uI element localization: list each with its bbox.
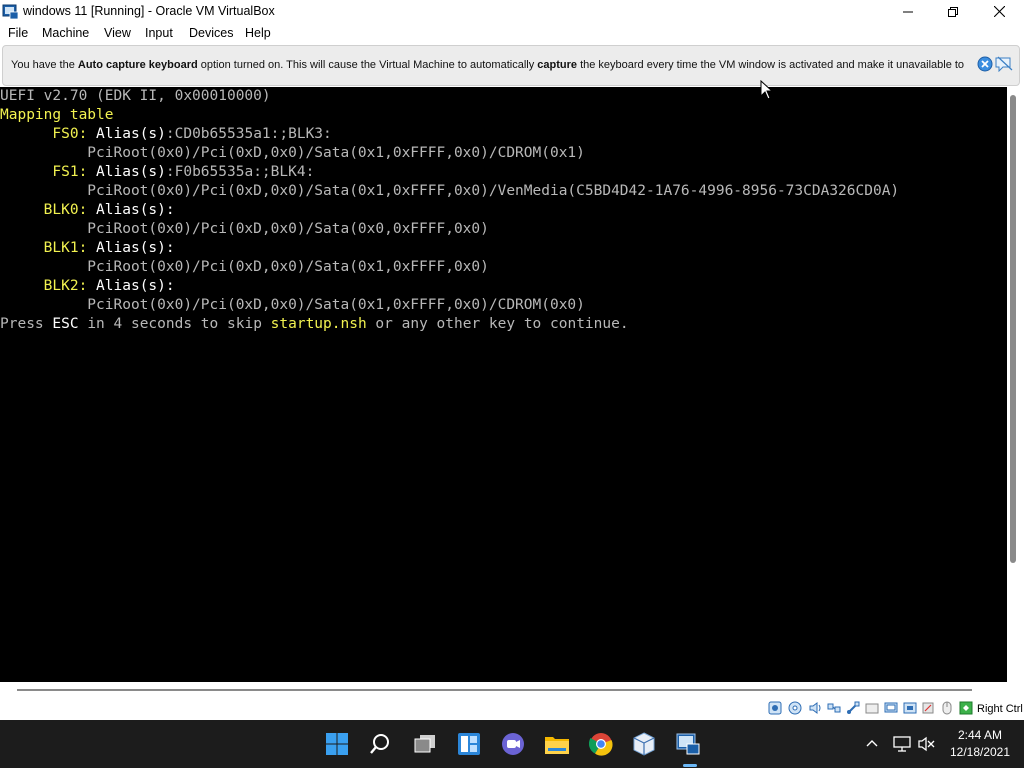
file-explorer-button[interactable] [541,728,573,760]
task-view-button[interactable] [409,728,441,760]
teams-chat-button[interactable] [497,728,529,760]
maximize-button[interactable] [930,0,976,23]
notification-text-3: the keyboard every time the VM window is… [577,59,965,71]
vm-display[interactable]: UEFI v2.70 (EDK II, 0x00010000) Mapping … [0,87,1007,682]
console-token: ESC [52,316,79,332]
console-line: Press ESC in 4 seconds to skip startup.n… [0,315,629,334]
notification-bold-1: Auto capture keyboard [77,59,198,71]
menu-devices[interactable]: Devices [189,26,233,40]
console-line: PciRoot(0x0)/Pci(0xD,0x0)/Sata(0x1,0xFFF… [0,297,585,313]
console-token: BLK2: [0,278,88,294]
virtualbox-button[interactable] [628,728,660,760]
console-token: Alias(s) [87,164,166,180]
virtualbox-icon [633,732,655,756]
audio-icon[interactable] [808,701,822,715]
console-line: PciRoot(0x0)/Pci(0xD,0x0)/Sata(0x0,0xFFF… [0,221,489,237]
volume-muted-icon[interactable] [918,736,936,752]
keyboard-icon[interactable] [959,701,973,715]
status-bar: Right Ctrl [0,698,1024,720]
console-token: Alias(s) [87,126,166,142]
cpu-icon[interactable] [921,701,935,715]
vertical-scrollbar[interactable] [1010,95,1016,563]
notification-bold-2: capture [537,59,578,71]
console-line: PciRoot(0x0)/Pci(0xD,0x0)/Sata(0x1,0xFFF… [0,183,900,199]
mouse-integration-icon[interactable] [940,701,954,715]
optical-drive-icon[interactable] [788,701,802,715]
virtualbox-vm-icon [676,733,700,755]
search-icon [370,734,389,754]
console-token: or any other key to continue. [366,316,629,332]
console-line: PciRoot(0x0)/Pci(0xD,0x0)/Sata(0x1,0xFFF… [0,259,489,275]
notification-text-2: option turned on. This will cause the Vi… [197,59,538,71]
console-line: Mapping table [0,107,114,123]
mouse-cursor-icon [760,80,774,100]
console-token: BLK1: [0,240,88,256]
title-bar: windows 11 [Running] - Oracle VM Virtual… [0,0,1024,23]
console-token: Alias(s): [87,240,175,256]
console-token: in 4 seconds to skip [78,316,271,332]
auto-capture-notification: You have the Auto capture keyboard optio… [2,45,1020,86]
network-icon[interactable] [827,701,841,715]
menu-view[interactable]: View [104,26,131,40]
window-title: windows 11 [Running] - Oracle VM Virtual… [23,4,275,18]
console-line: BLK0: Alias(s): [0,201,175,220]
teams-chat-icon [502,733,524,755]
clock-time[interactable]: 2:44 AM [940,728,1020,742]
console-token: BLK0: [0,202,88,218]
minimize-button[interactable] [885,0,931,23]
console-token: FS1: [0,164,88,180]
chrome-button[interactable] [585,728,617,760]
console-token: FS0: [0,126,88,142]
console-line: BLK1: Alias(s): [0,239,175,258]
task-view-icon [414,735,435,753]
windows-start-icon [326,733,348,755]
close-icon [993,6,1005,17]
notification-text-1: You have the [11,59,78,71]
notification-message: You have the Auto capture keyboard optio… [11,59,964,71]
active-app-indicator [683,764,697,767]
chrome-icon [589,733,613,756]
file-explorer-icon [545,737,569,754]
virtualbox-vm-window-button[interactable] [672,728,704,760]
console-line: FS1: Alias(s):F0b65535a:;BLK4: [0,163,314,182]
virtualbox-app-icon[interactable] [2,3,19,20]
taskbar: 2:44 AM 12/18/2021 [0,720,1024,768]
console-token: :CD0b65535a1:;BLK3: [165,126,332,142]
console-line: PciRoot(0x0)/Pci(0xD,0x0)/Sata(0x1,0xFFF… [0,145,585,161]
console-token: :F0b65535a:;BLK4: [165,164,315,180]
clock-date[interactable]: 12/18/2021 [940,745,1020,759]
restore-icon [948,6,958,17]
menu-file[interactable]: File [8,26,28,40]
console-line: UEFI v2.70 (EDK II, 0x00010000) [0,88,271,104]
recording-icon[interactable] [903,701,917,715]
display-icon[interactable] [884,701,898,715]
host-key-label: Right Ctrl [977,703,1023,715]
console-token: Alias(s): [87,278,175,294]
console-token: Press [0,316,53,332]
shared-folders-icon[interactable] [865,701,879,715]
network-status-icon[interactable] [893,736,911,752]
widgets-button[interactable] [453,728,485,760]
console-token: Alias(s): [87,202,175,218]
console-line: FS0: Alias(s):CD0b65535a1:;BLK3: [0,125,332,144]
menu-machine[interactable]: Machine [42,26,89,40]
menu-help[interactable]: Help [245,26,271,40]
chevron-up-icon[interactable] [866,739,878,747]
console-line: BLK2: Alias(s): [0,277,175,296]
console-token: startup.nsh [270,316,367,332]
minimize-icon [903,11,913,12]
menu-input[interactable]: Input [145,26,173,40]
notification-close-icon[interactable] [977,56,993,72]
menu-bar: File Machine View Input Devices Help [0,23,1024,44]
usb-icon[interactable] [846,701,860,715]
start-button[interactable] [321,728,353,760]
horizontal-scrollbar[interactable] [17,689,972,691]
close-button[interactable] [976,0,1022,23]
widgets-icon [458,733,480,755]
search-button[interactable] [364,728,396,760]
notification-mute-icon[interactable] [995,56,1014,72]
hard-disk-icon[interactable] [768,701,782,715]
